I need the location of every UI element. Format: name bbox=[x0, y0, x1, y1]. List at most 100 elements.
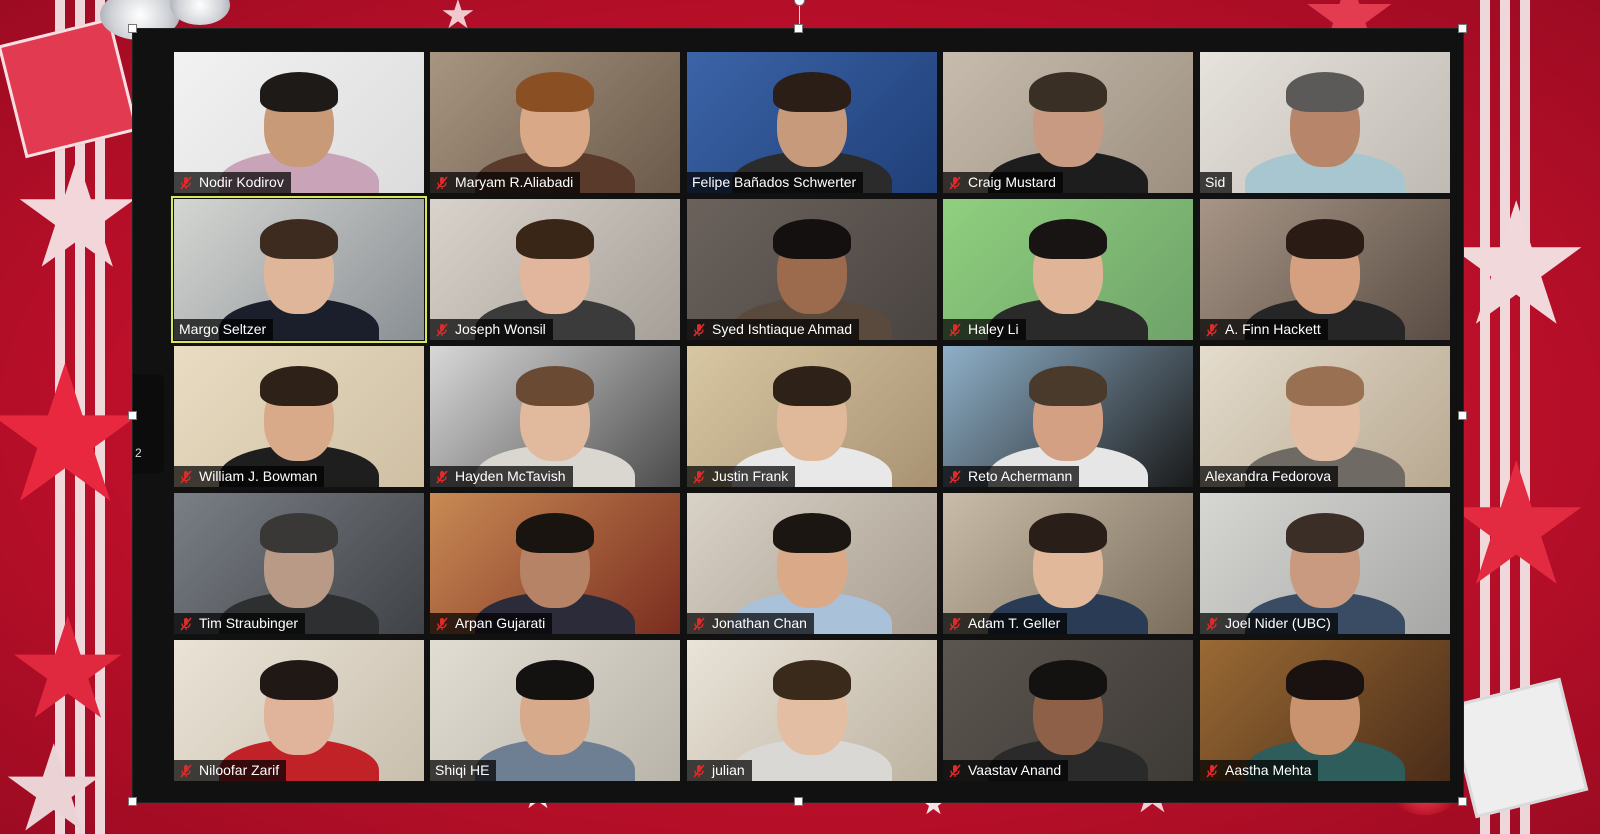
participant-name: Reto Achermann bbox=[968, 468, 1073, 484]
participant-name: A. Finn Hackett bbox=[1225, 321, 1321, 337]
participant-tile[interactable]: Joseph Wonsil bbox=[430, 199, 680, 340]
participant-name: Joseph Wonsil bbox=[455, 321, 546, 337]
microphone-muted-icon bbox=[948, 322, 962, 337]
resize-handle-bottom[interactable] bbox=[794, 797, 803, 806]
participant-tile[interactable]: Aastha Mehta bbox=[1200, 640, 1450, 781]
participant-tile[interactable]: Niloofar Zarif bbox=[174, 640, 424, 781]
participant-name-bar: Adam T. Geller bbox=[943, 613, 1068, 634]
participant-tile[interactable]: Shiqi HE bbox=[430, 640, 680, 781]
microphone-muted-icon bbox=[1205, 616, 1219, 631]
participant-tile[interactable]: Joel Nider (UBC) bbox=[1200, 493, 1450, 634]
microphone-muted-icon bbox=[435, 616, 449, 631]
resize-handle-top-left[interactable] bbox=[128, 24, 137, 33]
participant-name-bar: Arpan Gujarati bbox=[430, 613, 553, 634]
participant-name: Syed Ishtiaque Ahmad bbox=[712, 321, 853, 337]
participant-tile[interactable]: A. Finn Hackett bbox=[1200, 199, 1450, 340]
resize-handle-top[interactable] bbox=[794, 24, 803, 33]
participant-name-bar: Joel Nider (UBC) bbox=[1200, 613, 1338, 634]
participant-tile[interactable]: Haley Li bbox=[943, 199, 1193, 340]
participant-tile[interactable]: Craig Mustard bbox=[943, 52, 1193, 193]
participant-tile[interactable]: Justin Frank bbox=[687, 346, 937, 487]
participant-tile[interactable]: Margo Seltzer bbox=[171, 196, 427, 343]
microphone-muted-icon bbox=[948, 763, 962, 778]
microphone-muted-icon bbox=[179, 763, 193, 778]
participant-name-bar: Haley Li bbox=[943, 319, 1026, 340]
participant-name-bar: Nodir Kodirov bbox=[174, 172, 291, 193]
microphone-muted-icon bbox=[435, 469, 449, 484]
participant-hair bbox=[773, 71, 851, 112]
participant-hair bbox=[1286, 71, 1364, 112]
participant-tile[interactable]: Jonathan Chan bbox=[687, 493, 937, 634]
participant-tile[interactable]: Arpan Gujarati bbox=[430, 493, 680, 634]
participant-hair bbox=[1029, 512, 1107, 553]
microphone-muted-icon bbox=[1205, 763, 1219, 778]
participant-name-bar: Jonathan Chan bbox=[687, 613, 814, 634]
participant-name: Craig Mustard bbox=[968, 174, 1056, 190]
star-decoration: ★ bbox=[5, 588, 131, 751]
participant-tile[interactable]: Hayden McTavish bbox=[430, 346, 680, 487]
participant-hair bbox=[1029, 659, 1107, 700]
participant-tile[interactable]: Sid bbox=[1200, 52, 1450, 193]
participant-name: Hayden McTavish bbox=[455, 468, 566, 484]
participant-name: Nodir Kodirov bbox=[199, 174, 284, 190]
participant-name: Sid bbox=[1205, 174, 1226, 190]
participant-tile[interactable]: Vaastav Anand bbox=[943, 640, 1193, 781]
participant-video bbox=[1200, 52, 1450, 193]
microphone-muted-icon bbox=[179, 616, 193, 631]
participant-name: Shiqi HE bbox=[435, 762, 490, 778]
participant-hair bbox=[1286, 659, 1364, 700]
participant-name: Adam T. Geller bbox=[968, 615, 1061, 631]
gallery-page-tab[interactable]: 2 bbox=[133, 374, 164, 474]
participant-name-bar: Vaastav Anand bbox=[943, 760, 1069, 781]
microphone-muted-icon bbox=[692, 469, 706, 484]
participant-name-bar: Justin Frank bbox=[687, 466, 796, 487]
participant-name-bar: Reto Achermann bbox=[943, 466, 1080, 487]
participant-name-bar: William J. Bowman bbox=[174, 466, 325, 487]
participant-hair bbox=[516, 365, 594, 406]
participant-hair bbox=[1286, 365, 1364, 406]
participant-tile[interactable]: Alexandra Fedorova bbox=[1200, 346, 1450, 487]
participant-name-bar: Margo Seltzer bbox=[174, 319, 274, 340]
microphone-muted-icon bbox=[435, 175, 449, 190]
microphone-muted-icon bbox=[179, 469, 193, 484]
participant-hair bbox=[1029, 71, 1107, 112]
participant-hair bbox=[516, 71, 594, 112]
participant-name-bar: julian bbox=[687, 760, 752, 781]
participant-name: Vaastav Anand bbox=[968, 762, 1062, 778]
resize-handle-top-right[interactable] bbox=[1458, 24, 1467, 33]
participant-tile[interactable]: Tim Straubinger bbox=[174, 493, 424, 634]
microphone-muted-icon bbox=[948, 175, 962, 190]
participant-hair bbox=[260, 218, 338, 259]
participant-tile[interactable]: Syed Ishtiaque Ahmad bbox=[687, 199, 937, 340]
participant-name: julian bbox=[712, 762, 745, 778]
participant-tile[interactable]: Nodir Kodirov bbox=[174, 52, 424, 193]
participant-name-bar: Syed Ishtiaque Ahmad bbox=[687, 319, 860, 340]
resize-handle-bottom-right[interactable] bbox=[1458, 797, 1467, 806]
star-decoration: ★ bbox=[0, 720, 108, 834]
participant-tile[interactable]: julian bbox=[687, 640, 937, 781]
microphone-muted-icon bbox=[435, 322, 449, 337]
participant-hair bbox=[773, 659, 851, 700]
participant-hair bbox=[1029, 218, 1107, 259]
resize-handle-bottom-left[interactable] bbox=[128, 797, 137, 806]
participant-name: Alexandra Fedorova bbox=[1205, 468, 1332, 484]
participant-tile[interactable]: Felipe Bañados Schwerter bbox=[687, 52, 937, 193]
gift-box-decoration bbox=[1447, 677, 1589, 819]
participant-hair bbox=[773, 218, 851, 259]
participant-tile[interactable]: Reto Achermann bbox=[943, 346, 1193, 487]
resize-handle-left[interactable] bbox=[128, 411, 137, 420]
participant-hair bbox=[516, 659, 594, 700]
participant-hair bbox=[1286, 218, 1364, 259]
resize-handle-right[interactable] bbox=[1458, 411, 1467, 420]
microphone-muted-icon bbox=[179, 175, 193, 190]
silver-bow-decoration bbox=[170, 0, 230, 25]
participant-name: Maryam R.Aliabadi bbox=[455, 174, 574, 190]
participant-tile[interactable]: William J. Bowman bbox=[174, 346, 424, 487]
microphone-muted-icon bbox=[948, 616, 962, 631]
participant-tile[interactable]: Adam T. Geller bbox=[943, 493, 1193, 634]
participant-name: Jonathan Chan bbox=[712, 615, 807, 631]
participant-tile[interactable]: Maryam R.Aliabadi bbox=[430, 52, 680, 193]
microphone-muted-icon bbox=[692, 616, 706, 631]
participant-hair bbox=[260, 365, 338, 406]
participant-name: Arpan Gujarati bbox=[455, 615, 546, 631]
